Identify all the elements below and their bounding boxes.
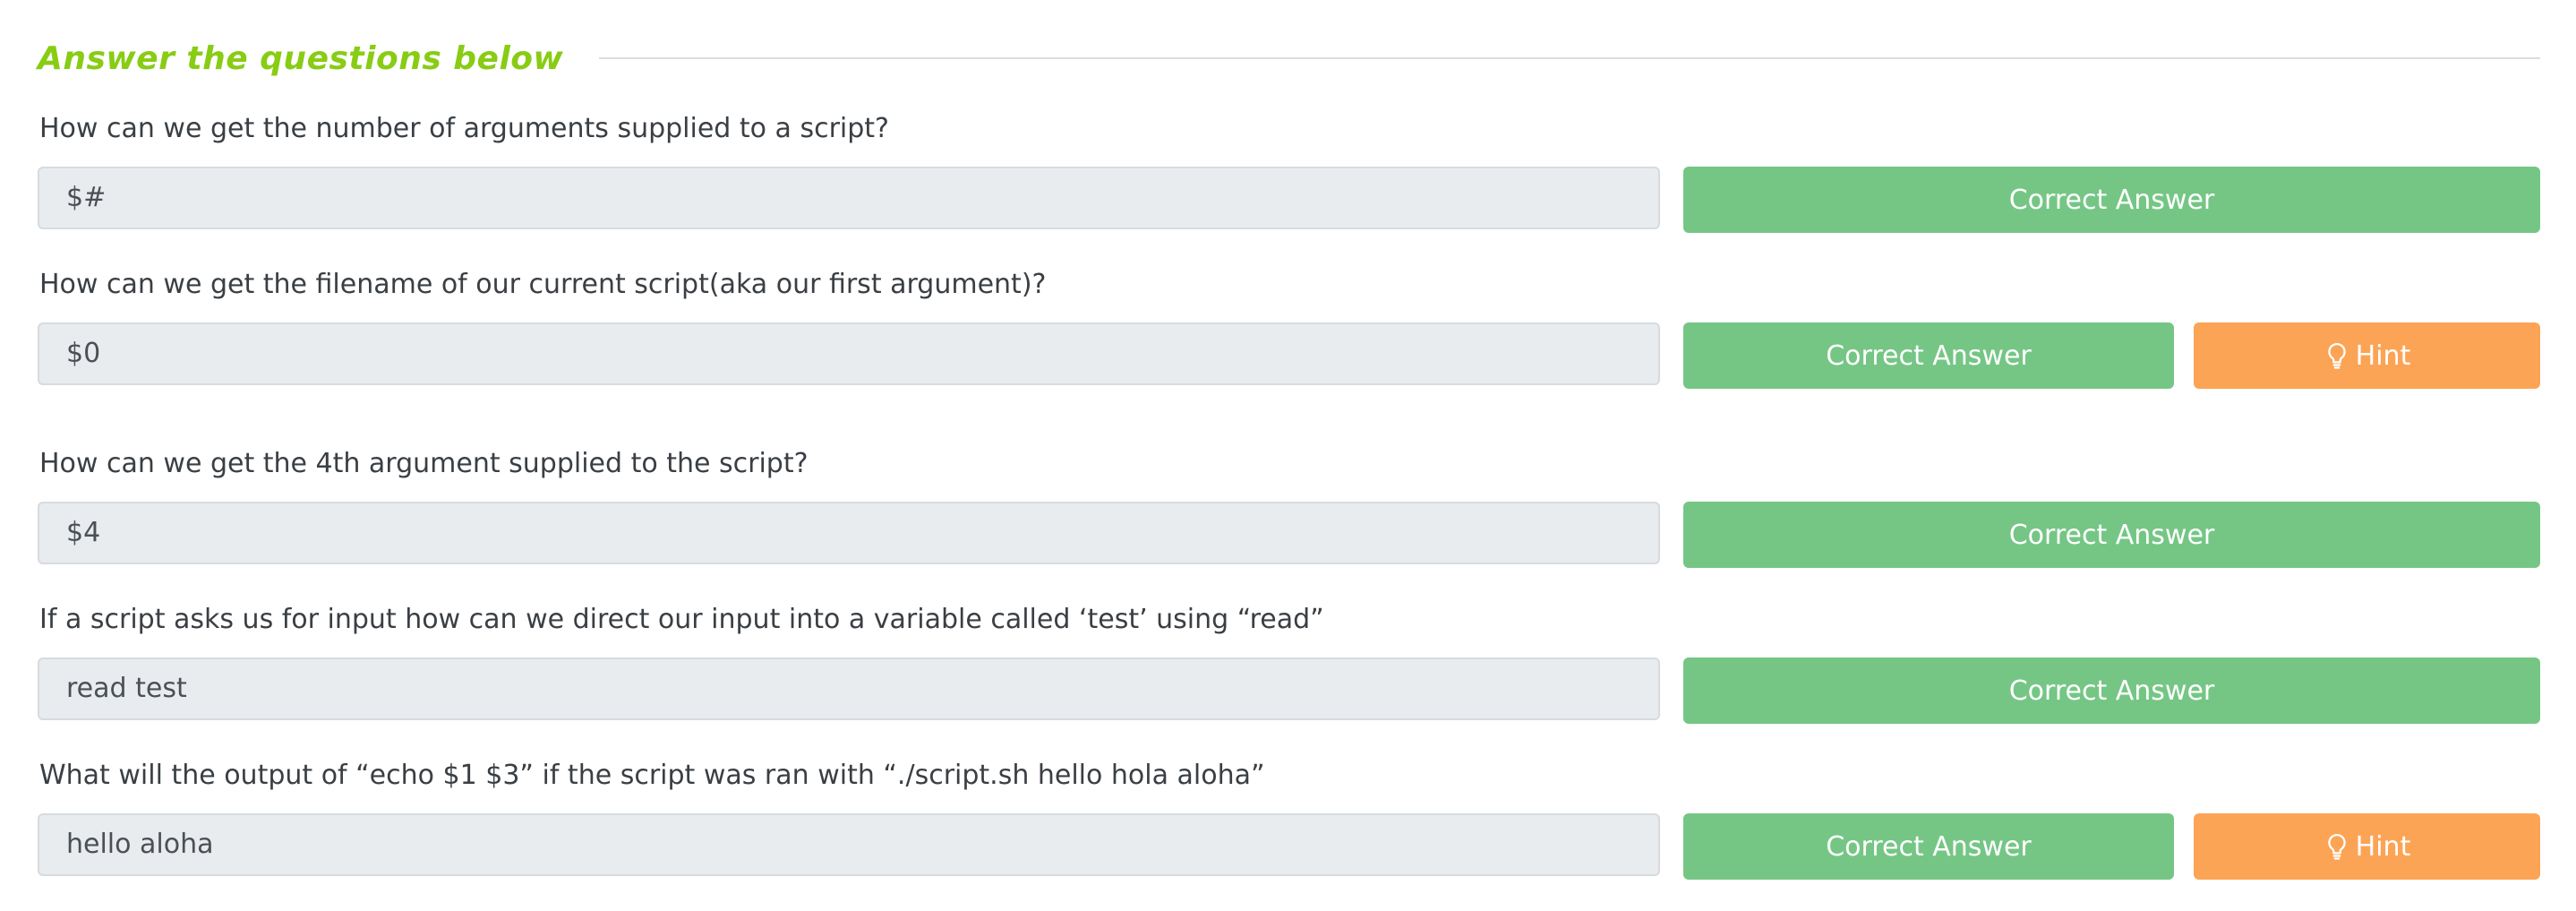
- question-text: How can we get the 4th argument supplied…: [39, 448, 809, 479]
- hint-button[interactable]: Hint: [2194, 813, 2540, 880]
- hint-label: Hint: [2355, 830, 2411, 863]
- answer-field[interactable]: hello aloha: [38, 813, 1660, 876]
- correct-answer-label: Correct Answer: [2008, 184, 2215, 216]
- correct-answer-button[interactable]: Correct Answer: [1683, 657, 2540, 724]
- answer-row: $# Correct Answer: [38, 167, 2540, 233]
- correct-answer-label: Correct Answer: [1826, 830, 2032, 863]
- question-text: If a script asks us for input how can we…: [39, 604, 1324, 635]
- questions-panel: Answer the questions below How can we ge…: [0, 0, 2576, 911]
- correct-answer-label: Correct Answer: [2008, 519, 2215, 551]
- lightbulb-icon: [2327, 342, 2346, 369]
- section-divider: [599, 57, 2540, 59]
- section-title: Answer the questions below: [38, 39, 564, 77]
- answer-row: $4 Correct Answer: [38, 502, 2540, 568]
- correct-answer-button[interactable]: Correct Answer: [1683, 502, 2540, 568]
- hint-label: Hint: [2355, 339, 2411, 372]
- answer-field[interactable]: $#: [38, 167, 1660, 229]
- answer-row: read test Correct Answer: [38, 657, 2540, 724]
- correct-answer-label: Correct Answer: [1826, 339, 2032, 372]
- lightbulb-icon: [2327, 833, 2346, 860]
- correct-answer-button[interactable]: Correct Answer: [1683, 167, 2540, 233]
- correct-answer-label: Correct Answer: [2008, 675, 2215, 707]
- question-text: What will the output of “echo $1 $3” if …: [39, 760, 1265, 791]
- section-header: Answer the questions below: [38, 36, 2540, 81]
- answer-field[interactable]: $0: [38, 322, 1660, 385]
- answer-row: hello aloha Correct Answer Hint: [38, 813, 2540, 880]
- question-text: How can we get the number of arguments s…: [39, 113, 889, 144]
- answer-row: $0 Correct Answer Hint: [38, 322, 2540, 389]
- answer-field[interactable]: read test: [38, 657, 1660, 720]
- correct-answer-button[interactable]: Correct Answer: [1683, 813, 2174, 880]
- question-text: How can we get the filename of our curre…: [39, 269, 1047, 300]
- correct-answer-button[interactable]: Correct Answer: [1683, 322, 2174, 389]
- hint-button[interactable]: Hint: [2194, 322, 2540, 389]
- answer-field[interactable]: $4: [38, 502, 1660, 564]
